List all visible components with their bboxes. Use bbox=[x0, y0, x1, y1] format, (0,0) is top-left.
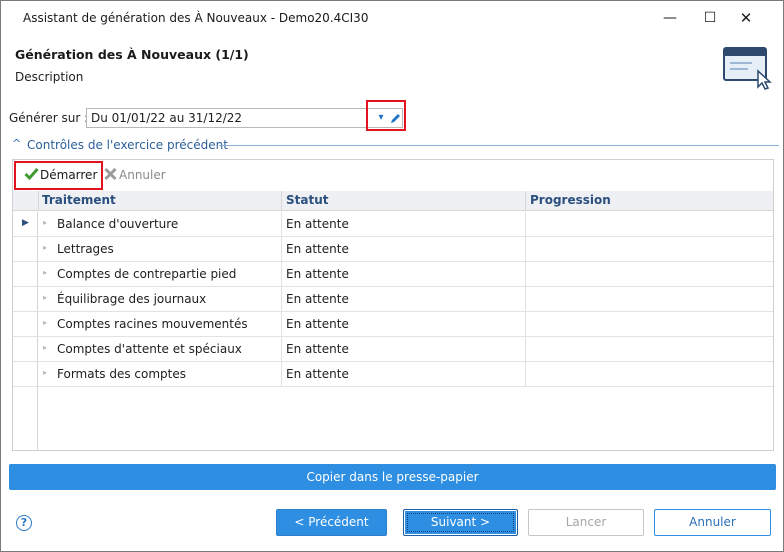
cell-statut: En attente bbox=[286, 342, 349, 356]
cell-divider bbox=[525, 287, 526, 311]
cell-divider bbox=[525, 362, 526, 386]
cell-statut: En attente bbox=[286, 217, 349, 231]
cell-divider bbox=[281, 312, 282, 336]
expand-icon[interactable]: ▸ bbox=[43, 293, 47, 302]
cell-statut: En attente bbox=[286, 292, 349, 306]
period-value: Du 01/01/22 au 31/12/22 bbox=[91, 111, 243, 125]
minimize-button[interactable]: — bbox=[658, 7, 682, 29]
cell-traitement: Comptes racines mouvementés bbox=[57, 317, 248, 331]
row-indicator bbox=[13, 312, 38, 336]
help-icon[interactable]: ? bbox=[16, 515, 32, 531]
cell-traitement: Balance d'ouverture bbox=[57, 217, 179, 231]
expand-icon[interactable]: ▸ bbox=[43, 243, 47, 252]
expand-icon[interactable]: ▸ bbox=[43, 343, 47, 352]
cell-divider bbox=[281, 362, 282, 386]
column-header-progression[interactable]: Progression bbox=[530, 193, 611, 207]
group-header-previous-year-checks[interactable]: ^ Contrôles de l'exercice précédent bbox=[9, 137, 779, 153]
header-divider bbox=[525, 191, 526, 211]
row-indicator bbox=[13, 237, 38, 261]
expand-icon[interactable]: ▸ bbox=[43, 368, 47, 377]
table-row[interactable]: ▸ Équilibrage des journaux En attente bbox=[13, 287, 773, 312]
wizard-window: Assistant de génération des À Nouveaux -… bbox=[0, 0, 784, 552]
group-divider bbox=[219, 145, 779, 146]
header-divider bbox=[281, 191, 282, 211]
cell-divider bbox=[281, 337, 282, 361]
table-row[interactable]: ▸ Lettrages En attente bbox=[13, 237, 773, 262]
cell-traitement: Équilibrage des journaux bbox=[57, 292, 207, 306]
cell-divider bbox=[281, 212, 282, 236]
cell-divider bbox=[525, 337, 526, 361]
cancel-toolbar-button[interactable]: Annuler bbox=[102, 166, 166, 184]
grid-header: Traitement Statut Progression bbox=[13, 191, 773, 211]
cell-divider bbox=[525, 212, 526, 236]
close-button[interactable]: ✕ bbox=[734, 7, 758, 29]
cell-divider bbox=[281, 262, 282, 286]
row-indicator bbox=[13, 337, 38, 361]
checks-toolbar: Démarrer Annuler bbox=[13, 160, 773, 190]
cell-divider bbox=[525, 237, 526, 261]
cell-statut: En attente bbox=[286, 367, 349, 381]
row-indicator bbox=[13, 262, 38, 286]
row-indicator-empty bbox=[13, 387, 38, 450]
page-description: Description bbox=[15, 70, 84, 84]
previous-button[interactable]: < Précédent bbox=[276, 509, 387, 536]
expand-icon[interactable]: ▸ bbox=[43, 218, 47, 227]
group-title: Contrôles de l'exercice précédent bbox=[27, 138, 228, 152]
row-indicator bbox=[13, 362, 38, 386]
cell-traitement: Comptes de contrepartie pied bbox=[57, 267, 237, 281]
highlight-box-period-actions bbox=[366, 100, 406, 131]
current-row-icon: ▶ bbox=[22, 218, 29, 228]
maximize-button[interactable]: ☐ bbox=[698, 7, 722, 29]
checks-panel: Démarrer Annuler Traitement Statut Progr… bbox=[12, 159, 774, 451]
cell-statut: En attente bbox=[286, 267, 349, 281]
page-title: Génération des À Nouveaux (1/1) bbox=[15, 47, 249, 62]
wizard-header: Génération des À Nouveaux (1/1) Descript… bbox=[15, 47, 249, 84]
table-row[interactable]: ▸ Formats des comptes En attente bbox=[13, 362, 773, 387]
next-button[interactable]: Suivant > bbox=[403, 509, 518, 536]
cell-traitement: Formats des comptes bbox=[57, 367, 187, 381]
column-header-statut[interactable]: Statut bbox=[286, 193, 329, 207]
table-row[interactable]: ▸ Comptes racines mouvementés En attente bbox=[13, 312, 773, 337]
expand-icon[interactable]: ▸ bbox=[43, 318, 47, 327]
window-cursor-icon bbox=[723, 47, 772, 90]
copy-to-clipboard-button[interactable]: Copier dans le presse-papier bbox=[9, 464, 776, 490]
window-title: Assistant de génération des À Nouveaux -… bbox=[23, 11, 369, 25]
cross-icon bbox=[104, 167, 117, 181]
row-indicator: ▶ bbox=[13, 212, 38, 236]
expand-icon[interactable]: ▸ bbox=[43, 268, 47, 277]
column-header-traitement[interactable]: Traitement bbox=[42, 193, 116, 207]
table-row[interactable]: ▶ ▸ Balance d'ouverture En attente bbox=[13, 212, 773, 237]
highlight-box-start bbox=[14, 161, 103, 190]
cell-statut: En attente bbox=[286, 242, 349, 256]
collapse-chevron-icon[interactable]: ^ bbox=[12, 137, 21, 150]
cell-traitement: Lettrages bbox=[57, 242, 114, 256]
row-indicator bbox=[13, 287, 38, 311]
header-divider bbox=[38, 191, 39, 211]
cell-divider bbox=[281, 237, 282, 261]
cell-statut: En attente bbox=[286, 317, 349, 331]
cancel-toolbar-label: Annuler bbox=[119, 168, 166, 182]
period-select[interactable]: Du 01/01/22 au 31/12/22 ▾ bbox=[86, 108, 403, 128]
table-row[interactable]: ▸ Comptes d'attente et spéciaux En atten… bbox=[13, 337, 773, 362]
table-row[interactable]: ▸ Comptes de contrepartie pied En attent… bbox=[13, 262, 773, 287]
cell-divider bbox=[525, 262, 526, 286]
cell-divider bbox=[525, 312, 526, 336]
focus-ring bbox=[407, 513, 514, 532]
cancel-button[interactable]: Annuler bbox=[654, 509, 771, 536]
cell-traitement: Comptes d'attente et spéciaux bbox=[57, 342, 242, 356]
generate-on-label: Générer sur : bbox=[9, 111, 89, 125]
launch-button[interactable]: Lancer bbox=[528, 509, 644, 536]
cell-divider bbox=[281, 287, 282, 311]
title-bar: Assistant de génération des À Nouveaux -… bbox=[1, 1, 783, 35]
